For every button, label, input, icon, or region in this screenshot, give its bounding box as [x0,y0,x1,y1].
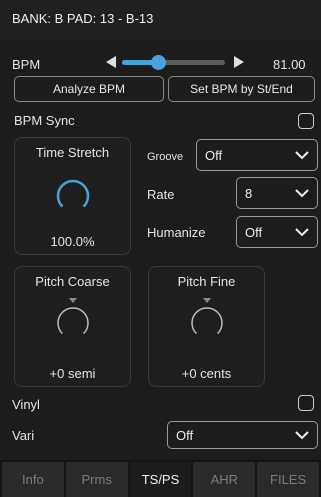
humanize-label: Humanize [147,225,206,240]
set-bpm-by-start-end-button[interactable]: Set BPM by St/End [168,76,315,102]
chevron-down-icon [295,228,309,236]
bank-pad-title: BANK: B PAD: 13 - B-13 [12,11,154,26]
humanize-select[interactable]: Off [236,216,318,248]
vari-label: Vari [12,428,35,443]
pitch-fine-panel: Pitch Fine +0 cents [148,266,265,387]
time-stretch-panel: Time Stretch 100.0% [14,137,131,255]
rate-label: Rate [147,187,175,202]
pitch-coarse-value: +0 semi [49,366,96,381]
increase-bpm-icon[interactable] [232,55,246,69]
pitch-coarse-title: Pitch Coarse [35,274,110,289]
vinyl-label: Vinyl [12,397,40,412]
analyze-bpm-button[interactable]: Analyze BPM [14,76,164,102]
humanize-value: Off [245,224,263,240]
bpm-slider-thumb[interactable] [150,55,166,70]
groove-select[interactable]: Off [196,139,318,171]
time-stretch-knob[interactable] [53,176,93,216]
header-bar: BANK: B PAD: 13 - B-13 [0,0,321,40]
tab-ts-ps[interactable]: TS/PS [129,462,192,497]
bottom-tab-bar: Info Prms TS/PS AHR FILES [0,460,321,497]
chevron-down-icon [295,189,309,197]
tab-ahr[interactable]: AHR [193,462,256,497]
tab-prms[interactable]: Prms [65,462,128,497]
rate-select[interactable]: 8 [236,177,318,209]
vari-value: Off [176,427,194,443]
pitch-fine-value: +0 cents [181,366,232,381]
bpm-sync-checkbox[interactable] [298,113,314,129]
time-stretch-value: 100.0% [50,234,95,249]
decrease-bpm-icon[interactable] [104,55,118,69]
rate-value: 8 [245,185,253,201]
pitch-coarse-panel: Pitch Coarse +0 semi [14,266,131,387]
chevron-down-icon [295,431,309,439]
vinyl-checkbox[interactable] [298,395,314,411]
bpm-sync-label: BPM Sync [14,113,75,128]
chevron-down-icon [295,151,309,159]
groove-value: Off [205,147,223,163]
bpm-slider-track[interactable] [122,60,225,65]
tab-files[interactable]: FILES [257,462,319,497]
tab-info[interactable]: Info [2,462,64,497]
bpm-label: BPM [12,57,41,72]
bpm-value: 81.00 [273,57,306,72]
time-stretch-title: Time Stretch [35,145,110,160]
pitch-fine-knob[interactable] [187,297,227,343]
pitch-fine-title: Pitch Fine [177,274,236,289]
pitch-coarse-knob[interactable] [53,297,93,343]
groove-label: Groove [147,151,184,163]
vari-select[interactable]: Off [167,421,318,449]
